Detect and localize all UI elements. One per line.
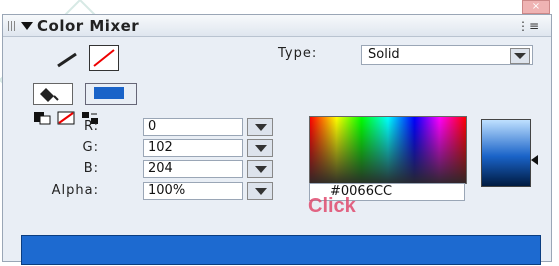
no-color-slash-icon [93, 49, 115, 67]
type-select[interactable]: Solid [361, 45, 533, 65]
stroke-color-button[interactable] [55, 49, 81, 69]
alpha-field[interactable]: 100% [143, 182, 243, 200]
green-label: G: [82, 140, 99, 155]
type-label: Type: [278, 46, 318, 61]
watermark-text: Click [308, 195, 356, 217]
color-mixer-panel: Color Mixer ⋮≡ Type: Solid R: 0 G: 102 B… [2, 14, 552, 265]
red-label: R: [83, 119, 99, 134]
close-button[interactable]: × [522, 0, 550, 14]
grip-icon[interactable] [8, 21, 16, 31]
green-stepper[interactable] [247, 139, 273, 157]
blue-stepper[interactable] [247, 160, 273, 178]
pencil-icon [57, 52, 77, 68]
color-preview-bar [21, 235, 541, 265]
red-field[interactable]: 0 [143, 118, 243, 136]
blue-label: B: [83, 161, 99, 176]
alpha-stepper[interactable] [247, 182, 273, 200]
panel-title: Color Mixer [37, 17, 140, 35]
panel-titlebar: Color Mixer ⋮≡ [3, 15, 551, 37]
fill-color-swatch [94, 87, 124, 99]
brightness-slider[interactable] [481, 119, 531, 187]
options-menu-icon[interactable]: ⋮≡ [517, 19, 539, 33]
green-field[interactable]: 102 [143, 139, 243, 157]
alpha-label: Alpha: [51, 183, 99, 198]
red-stepper[interactable] [247, 118, 273, 136]
chevron-down-icon[interactable] [510, 48, 530, 64]
fill-color-button[interactable] [33, 83, 73, 105]
fill-swatch-button[interactable] [85, 83, 137, 105]
paint-bucket-icon [40, 88, 59, 102]
color-spectrum-picker[interactable] [309, 116, 467, 184]
blue-field[interactable]: 204 [143, 160, 243, 178]
brightness-arrow-icon[interactable] [531, 155, 538, 165]
collapse-triangle-icon[interactable] [21, 22, 33, 30]
type-select-value: Solid [368, 47, 400, 62]
stroke-swatch-no-color[interactable] [89, 45, 119, 71]
